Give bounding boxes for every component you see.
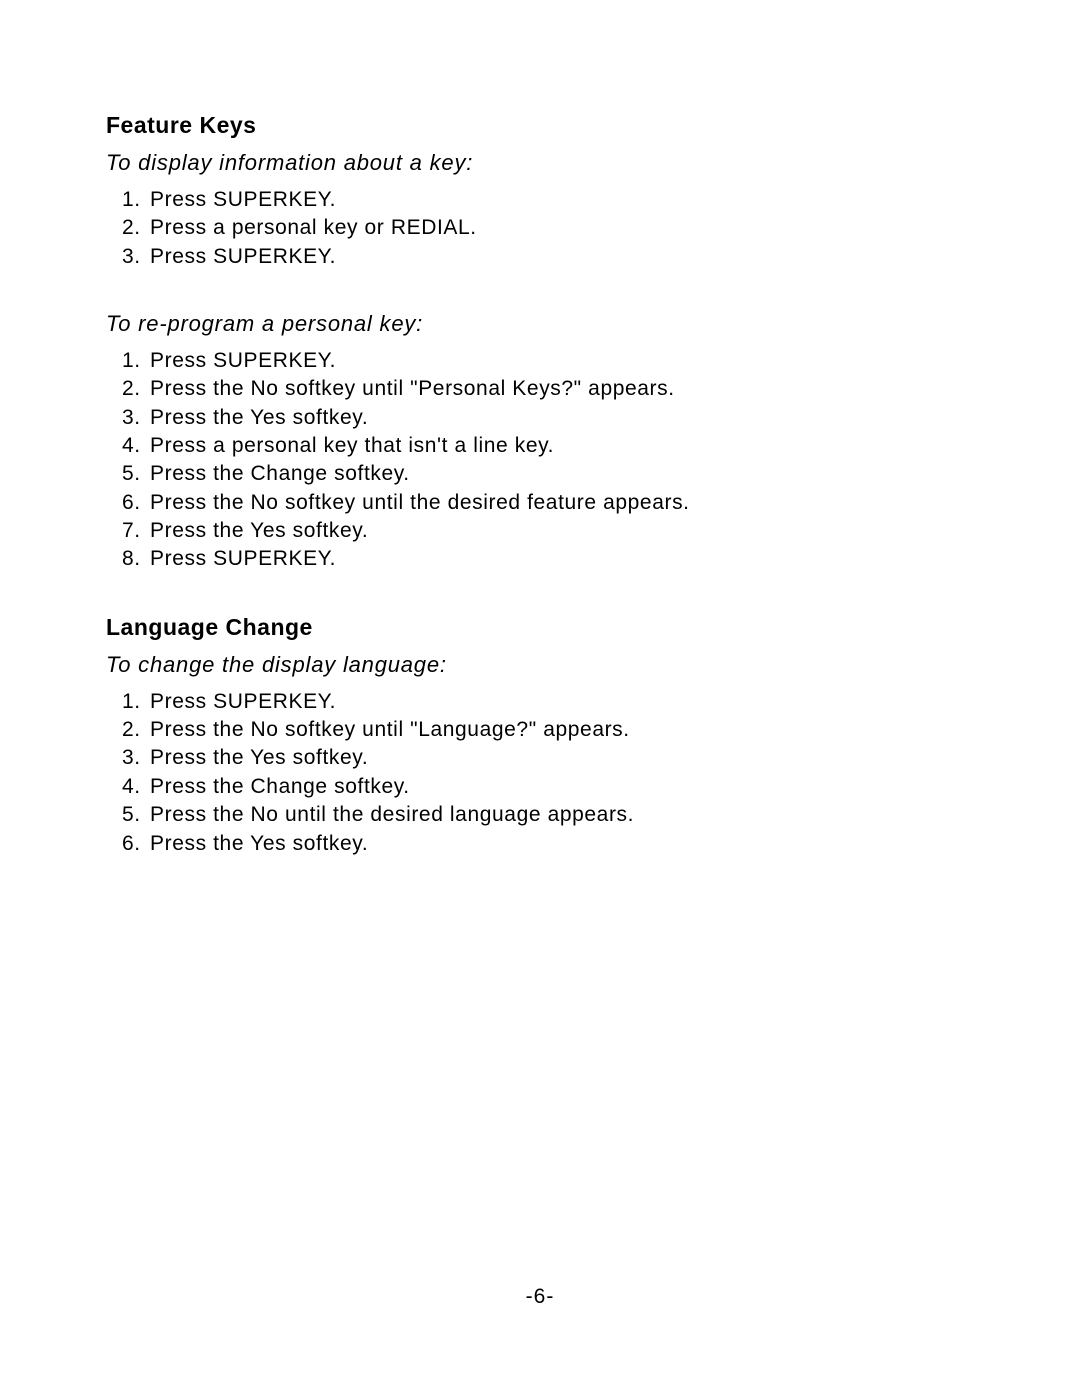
list-item: 1.Press SUPERKEY. [122,688,974,716]
step-text: Press SUPERKEY. [150,245,336,268]
step-text: Press the Change softkey. [150,462,410,485]
list-item: 6.Press the Yes softkey. [122,830,974,858]
step-text: Press SUPERKEY. [150,349,336,372]
section-heading: Language Change [106,614,974,641]
step-text: Press the Yes softkey. [150,832,368,855]
subsection-heading: To display information about a key: [106,150,974,176]
subsection-heading: To change the display language: [106,652,974,678]
list-item: 2.Press a personal key or REDIAL. [122,214,974,242]
steps-list: 1.Press SUPERKEY. 2.Press the No softkey… [106,347,974,574]
step-text: Press a personal key or REDIAL. [150,216,477,239]
step-text: Press a personal key that isn't a line k… [150,434,554,457]
step-text: Press SUPERKEY. [150,188,336,211]
step-text: Press the Yes softkey. [150,406,368,429]
step-text: Press the No until the desired language … [150,803,634,826]
step-text: Press the No softkey until "Personal Key… [150,377,675,400]
steps-list: 1.Press SUPERKEY. 2.Press a personal key… [106,186,974,271]
page-number: -6- [0,1285,1080,1309]
step-text: Press the Yes softkey. [150,519,368,542]
page-content: Feature Keys To display information abou… [0,0,1080,858]
step-text: Press the No softkey until "Language?" a… [150,718,630,741]
list-item: 3.Press the Yes softkey. [122,404,974,432]
step-text: Press the Change softkey. [150,775,410,798]
list-item: 6.Press the No softkey until the desired… [122,489,974,517]
list-item: 4.Press a personal key that isn't a line… [122,432,974,460]
list-item: 8.Press SUPERKEY. [122,545,974,573]
list-item: 2.Press the No softkey until "Personal K… [122,375,974,403]
section-heading: Feature Keys [106,112,974,139]
steps-list: 1.Press SUPERKEY. 2.Press the No softkey… [106,688,974,858]
subsection-heading: To re-program a personal key: [106,311,974,337]
list-item: 1.Press SUPERKEY. [122,347,974,375]
list-item: 2.Press the No softkey until "Language?"… [122,716,974,744]
list-item: 1.Press SUPERKEY. [122,186,974,214]
list-item: 3.Press SUPERKEY. [122,243,974,271]
list-item: 5.Press the Change softkey. [122,460,974,488]
step-text: Press SUPERKEY. [150,690,336,713]
list-item: 4.Press the Change softkey. [122,773,974,801]
list-item: 3.Press the Yes softkey. [122,744,974,772]
step-text: Press the Yes softkey. [150,746,368,769]
step-text: Press SUPERKEY. [150,547,336,570]
list-item: 5.Press the No until the desired languag… [122,801,974,829]
step-text: Press the No softkey until the desired f… [150,491,690,514]
list-item: 7.Press the Yes softkey. [122,517,974,545]
